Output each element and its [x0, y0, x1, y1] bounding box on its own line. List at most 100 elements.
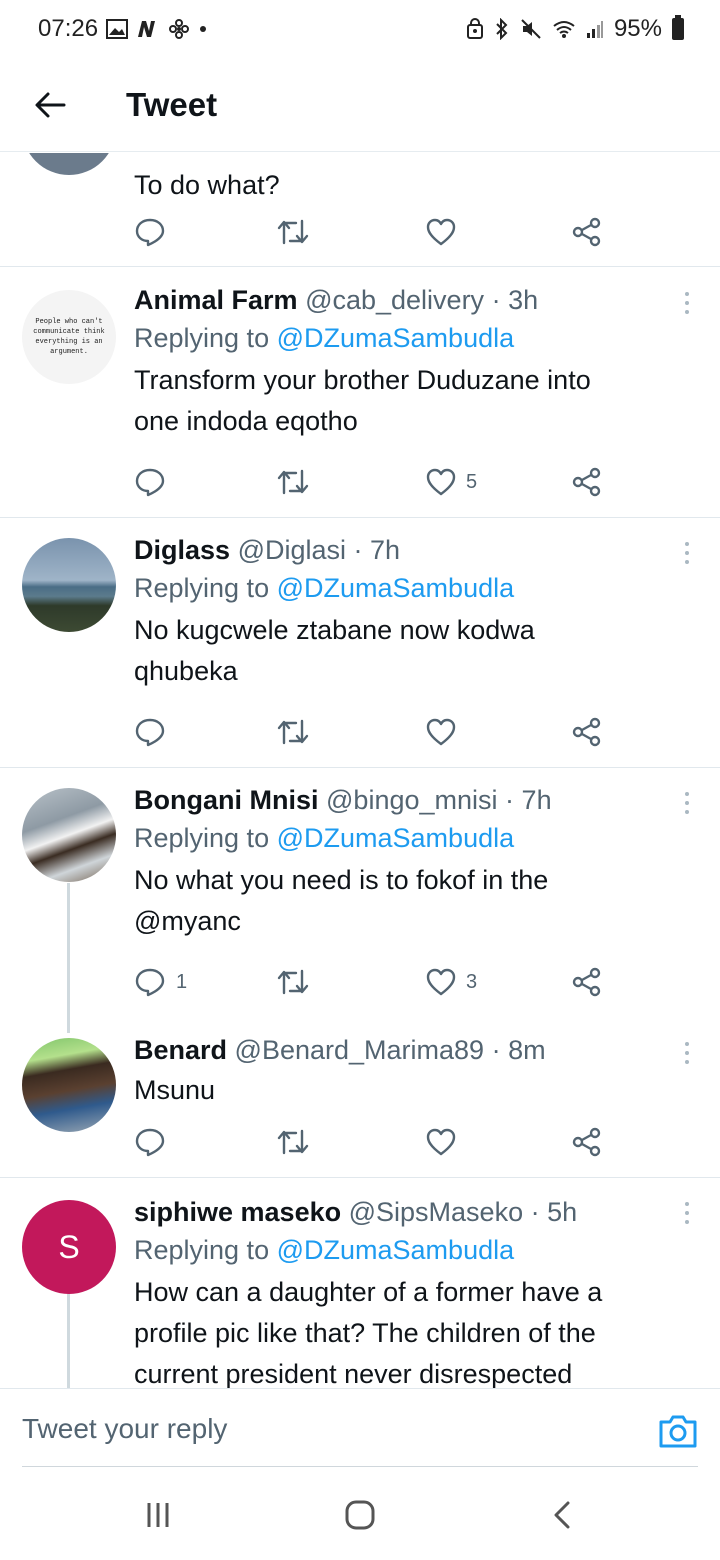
back-button[interactable]: [0, 58, 100, 152]
mute-icon: [520, 18, 542, 40]
retweet-button[interactable]: [276, 967, 310, 997]
display-name[interactable]: siphiwe maseko: [134, 1197, 341, 1227]
reply-button[interactable]: 1: [134, 967, 187, 997]
like-icon: [426, 718, 456, 746]
tweet-feed[interactable]: To do what? People who can't communicate…: [0, 153, 720, 1388]
tweet-item[interactable]: Bongani Mnisi @bingo_mnisi · 7h Replying…: [0, 768, 720, 1018]
tweet-text: No what you need is to fokof in the: [134, 865, 549, 895]
separator-dot: ·: [491, 285, 501, 315]
like-button[interactable]: 3: [426, 967, 477, 997]
like-count: 3: [466, 970, 478, 993]
display-name[interactable]: Benard: [134, 1035, 227, 1065]
tweet-header: Bongani Mnisi @bingo_mnisi · 7h: [134, 784, 680, 816]
reply-input[interactable]: [22, 1389, 622, 1469]
like-count: 5: [466, 470, 478, 493]
avatar[interactable]: S: [22, 1200, 116, 1294]
tweet-header: Benard @Benard_Marima89 · 8m: [134, 1034, 680, 1066]
handle[interactable]: @SipsMaseko: [349, 1197, 523, 1227]
signal-icon: [586, 19, 604, 39]
share-button[interactable]: [572, 1127, 602, 1157]
display-name[interactable]: Bongani Mnisi: [134, 785, 319, 815]
more-options-button[interactable]: [682, 542, 692, 564]
handle[interactable]: @Diglasi: [238, 535, 346, 565]
retweet-icon: [277, 719, 309, 745]
tweet-header: siphiwe maseko @SipsMaseko · 5h: [134, 1196, 680, 1228]
display-name[interactable]: Diglass: [134, 535, 230, 565]
avatar[interactable]: [22, 153, 116, 175]
retweet-button[interactable]: [276, 467, 310, 497]
more-options-button[interactable]: [682, 1042, 692, 1064]
recent-apps-button[interactable]: [138, 1498, 178, 1532]
mention-link[interactable]: @DZumaSambudla: [277, 323, 515, 353]
avatar[interactable]: People who can't communicate think every…: [22, 290, 116, 384]
tweet-time: 8m: [508, 1035, 546, 1065]
retweet-button[interactable]: [276, 717, 310, 747]
like-button[interactable]: 5: [426, 467, 477, 497]
tweet-item[interactable]: People who can't communicate think every…: [0, 268, 720, 518]
reply-button[interactable]: [134, 217, 166, 247]
tweet-text: How can a daughter of a former have a: [134, 1277, 603, 1307]
reply-button[interactable]: [134, 717, 166, 747]
tweet-actions: [134, 217, 614, 247]
wifi-icon: [552, 19, 576, 39]
mention-link[interactable]: @myanc: [134, 901, 680, 942]
reply-button[interactable]: [134, 1127, 166, 1157]
camera-button[interactable]: [658, 1413, 698, 1449]
replying-to: Replying to @DZumaSambudla: [134, 566, 680, 610]
tweet-header: Diglass @Diglasi · 7h: [134, 534, 680, 566]
share-button[interactable]: [572, 217, 602, 247]
avatar[interactable]: [22, 538, 116, 632]
chevron-left-icon: [554, 1501, 570, 1529]
handle[interactable]: @Benard_Marima89: [235, 1035, 485, 1065]
arrow-left-icon: [35, 92, 66, 117]
tweet-item[interactable]: To do what?: [0, 153, 720, 267]
page-title: Tweet: [126, 85, 218, 123]
reply-underline: [22, 1466, 698, 1467]
app-header: Tweet: [0, 58, 720, 152]
avatar-text: everything is an: [35, 338, 103, 346]
display-name[interactable]: Animal Farm: [134, 285, 298, 315]
reply-button[interactable]: [134, 467, 166, 497]
tweet-actions: 5: [134, 467, 614, 497]
share-button[interactable]: [572, 717, 602, 747]
reply-count: 1: [176, 970, 188, 993]
tweet-text: one indoda eqotho: [134, 406, 358, 436]
tweet-item[interactable]: Benard @Benard_Marima89 · 8m Msunu: [0, 1018, 720, 1178]
mention-link[interactable]: @DZumaSambudla: [277, 1235, 515, 1265]
tweet-actions: [134, 1127, 614, 1157]
handle[interactable]: @bingo_mnisi: [326, 785, 498, 815]
tweet-header: Animal Farm @cab_delivery · 3h: [134, 284, 680, 316]
share-button[interactable]: [572, 967, 602, 997]
system-nav-bar: [0, 1468, 720, 1560]
share-button[interactable]: [572, 467, 602, 497]
tweet-text: profile pic like that? The children of t…: [134, 1318, 596, 1348]
mention-link[interactable]: @DZumaSambudla: [277, 823, 515, 853]
handle[interactable]: @cab_delivery: [305, 285, 484, 315]
separator-dot: ·: [530, 1197, 540, 1227]
more-options-button[interactable]: [682, 292, 692, 314]
more-options-button[interactable]: [682, 1202, 692, 1224]
home-button[interactable]: [340, 1498, 380, 1532]
like-button[interactable]: [426, 1127, 456, 1157]
avatar-text: People who can't: [35, 318, 103, 326]
tweet-text: No kugcwele ztabane now kodwa: [134, 615, 535, 645]
more-options-button[interactable]: [682, 792, 692, 814]
replying-prefix: Replying to: [134, 823, 270, 853]
avatar-letter: S: [58, 1228, 80, 1265]
tweet-time: 5h: [547, 1197, 578, 1227]
mention-link[interactable]: @DZumaSambudla: [277, 573, 515, 603]
tweet-text: qhubeka: [134, 656, 238, 686]
retweet-icon: [277, 969, 309, 995]
avatar[interactable]: [22, 1038, 116, 1132]
tweet-text: Msunu: [134, 1075, 216, 1105]
system-back-button[interactable]: [542, 1498, 582, 1532]
notification-dot-icon: [198, 24, 208, 34]
like-button[interactable]: [426, 217, 456, 247]
tweet-item[interactable]: S siphiwe maseko @SipsMaseko · 5h Replyi…: [0, 1178, 720, 1388]
retweet-button[interactable]: [276, 217, 310, 247]
retweet-button[interactable]: [276, 1127, 310, 1157]
avatar[interactable]: [22, 788, 116, 882]
like-button[interactable]: [426, 717, 456, 747]
tweet-time: 7h: [521, 785, 552, 815]
tweet-item[interactable]: Diglass @Diglasi · 7h Replying to @DZuma…: [0, 518, 720, 768]
